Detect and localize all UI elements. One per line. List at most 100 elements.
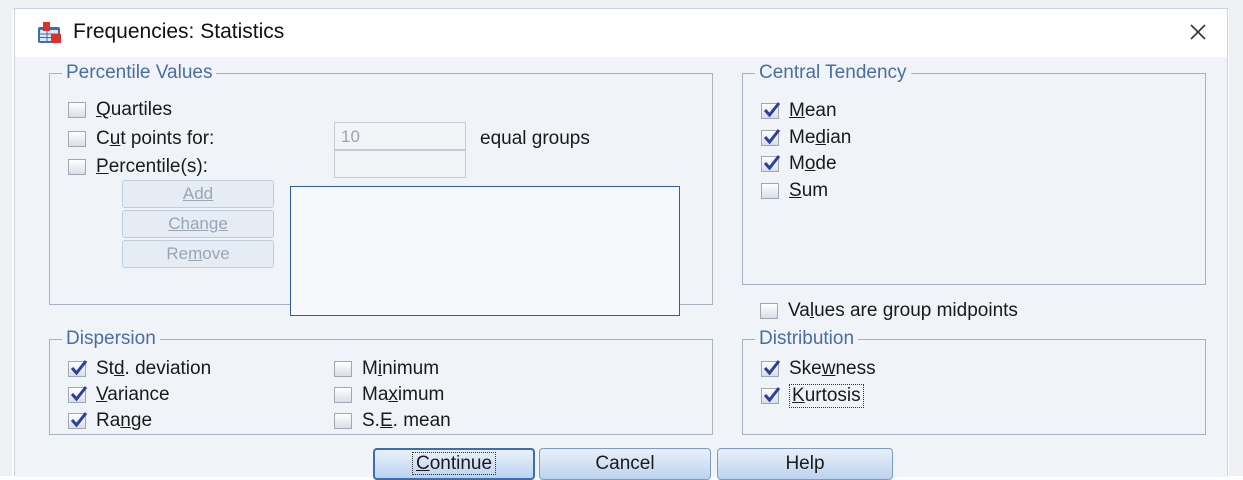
variance-checkbox[interactable]: Variance xyxy=(68,384,170,406)
sum-label: Sum xyxy=(789,180,828,202)
add-button[interactable]: Add xyxy=(122,180,274,208)
check-icon xyxy=(763,102,781,118)
group-midpoints-checkbox-box[interactable] xyxy=(760,303,778,319)
check-icon xyxy=(70,412,88,428)
minimum-checkbox-box[interactable] xyxy=(334,361,352,377)
dialog-client-area: Percentile Values Quartiles Cut points f… xyxy=(15,57,1227,480)
mean-mnemonic: M xyxy=(789,100,805,121)
percentile-list[interactable] xyxy=(290,186,680,316)
distribution-legend: Distribution xyxy=(755,328,859,350)
kurtosis-checkbox[interactable]: Kurtosis xyxy=(761,384,864,408)
continue-button[interactable]: Continue xyxy=(373,448,535,480)
percentiles-label: Percentile(s): xyxy=(96,156,208,178)
change-button[interactable]: Change xyxy=(122,210,274,238)
dispersion-legend: Dispersion xyxy=(62,328,160,350)
help-button[interactable]: Help xyxy=(717,448,893,480)
std-deviation-label: Std. deviation xyxy=(96,358,211,380)
percentiles-checkbox[interactable]: Percentile(s): xyxy=(68,156,208,178)
kurtosis-label: Kurtosis xyxy=(789,384,864,408)
mode-label-post: de xyxy=(815,153,837,174)
maximum-checkbox-box[interactable] xyxy=(334,387,352,403)
group-midpoints-checkbox[interactable]: Values are group midpoints xyxy=(760,300,1018,322)
check-icon xyxy=(763,387,781,403)
variance-label-post: ariance xyxy=(107,384,170,405)
median-label-pre: Me xyxy=(789,127,816,148)
title-bar: Frequencies: Statistics xyxy=(15,9,1227,57)
group-midpoints-label-post: ues are group midpoints xyxy=(814,300,1018,321)
mode-label-pre: M xyxy=(789,153,805,174)
remove-label-pre: Re xyxy=(166,244,189,263)
mode-checkbox[interactable]: Mode xyxy=(761,153,837,175)
mode-checkbox-box[interactable] xyxy=(761,155,781,172)
minimum-checkbox[interactable]: Minimum xyxy=(334,358,439,380)
maximum-mnemonic: x xyxy=(388,384,398,405)
cut-points-checkbox[interactable]: Cut points for: xyxy=(68,128,214,150)
remove-label-post: ove xyxy=(202,244,230,263)
central-tendency-group: Central Tendency Mean Median Mode Sum xyxy=(742,62,1206,285)
median-mnemonic: d xyxy=(815,127,826,148)
close-icon[interactable] xyxy=(1183,17,1213,47)
change-button-label: Change xyxy=(168,214,228,233)
range-label: Range xyxy=(96,410,152,432)
median-checkbox-box[interactable] xyxy=(761,129,781,146)
cut-points-checkbox-box[interactable] xyxy=(68,131,86,147)
window-title: Frequencies: Statistics xyxy=(73,20,285,43)
cancel-button[interactable]: Cancel xyxy=(539,448,711,480)
se-mean-checkbox-box[interactable] xyxy=(334,413,352,429)
variance-checkbox-box[interactable] xyxy=(68,386,88,403)
kurtosis-checkbox-box[interactable] xyxy=(761,387,781,404)
percentile-input[interactable] xyxy=(334,150,466,178)
range-checkbox-box[interactable] xyxy=(68,412,88,429)
percentiles-mnemonic: P xyxy=(96,156,109,177)
se-mean-label-post: . mean xyxy=(392,410,451,431)
se-mean-mnemonic: E xyxy=(379,410,393,431)
group-midpoints-label: Values are group midpoints xyxy=(788,300,1018,322)
minimum-label-pre: M xyxy=(362,358,378,379)
percentiles-checkbox-box[interactable] xyxy=(68,159,86,175)
mean-checkbox-box[interactable] xyxy=(761,102,781,119)
sum-label-post: um xyxy=(801,180,829,201)
sum-checkbox-box[interactable] xyxy=(761,183,779,199)
minimum-label: Minimum xyxy=(362,358,439,380)
equal-groups-label: equal groups xyxy=(480,128,590,149)
mean-checkbox[interactable]: Mean xyxy=(761,100,837,122)
skewness-label-pre: Ske xyxy=(789,358,822,379)
check-icon xyxy=(763,129,781,145)
cut-points-mnemonic: u xyxy=(109,128,121,149)
minimum-label-post: nimum xyxy=(382,358,440,379)
variance-mnemonic: V xyxy=(96,384,108,405)
range-checkbox[interactable]: Range xyxy=(68,410,152,432)
median-checkbox[interactable]: Median xyxy=(761,127,851,149)
maximum-checkbox[interactable]: Maximum xyxy=(334,384,444,406)
mean-label-post: ean xyxy=(804,100,837,121)
maximum-label-pre: Ma xyxy=(362,384,389,405)
sum-mnemonic: S xyxy=(789,180,802,201)
median-label: Median xyxy=(789,127,851,149)
remove-mnemonic: m xyxy=(188,244,203,263)
remove-button[interactable]: Remove xyxy=(122,240,274,268)
quartiles-mnemonic: Q xyxy=(96,99,111,120)
mean-label: Mean xyxy=(789,100,837,122)
quartiles-checkbox[interactable]: Quartiles xyxy=(68,99,172,121)
cut-points-input[interactable]: 10 xyxy=(334,122,466,150)
std-deviation-checkbox-box[interactable] xyxy=(68,360,88,377)
quartiles-label-rest: uartiles xyxy=(110,99,173,120)
distribution-group: Distribution Skewness Kurtosis xyxy=(742,328,1206,435)
se-mean-label-pre: S. xyxy=(362,410,380,431)
check-icon xyxy=(763,155,781,171)
range-label-pre: Ra xyxy=(96,410,121,431)
std-deviation-checkbox[interactable]: Std. deviation xyxy=(68,358,211,380)
skewness-checkbox-box[interactable] xyxy=(761,360,781,377)
dispersion-group: Dispersion Std. deviation Variance Range… xyxy=(49,328,713,435)
sum-checkbox[interactable]: Sum xyxy=(761,180,828,202)
kurtosis-mnemonic: K xyxy=(792,385,805,406)
percentile-values-group: Percentile Values Quartiles Cut points f… xyxy=(49,62,713,316)
median-label-post: ian xyxy=(825,127,852,148)
se-mean-checkbox[interactable]: S.E. mean xyxy=(334,410,451,432)
quartiles-checkbox-box[interactable] xyxy=(68,102,86,118)
cut-points-label-pre: C xyxy=(96,128,110,149)
maximum-label: Maximum xyxy=(362,384,444,406)
group-midpoints-label-pre: Va xyxy=(788,300,810,321)
quartiles-label: Quartiles xyxy=(96,99,172,121)
skewness-checkbox[interactable]: Skewness xyxy=(761,358,876,380)
